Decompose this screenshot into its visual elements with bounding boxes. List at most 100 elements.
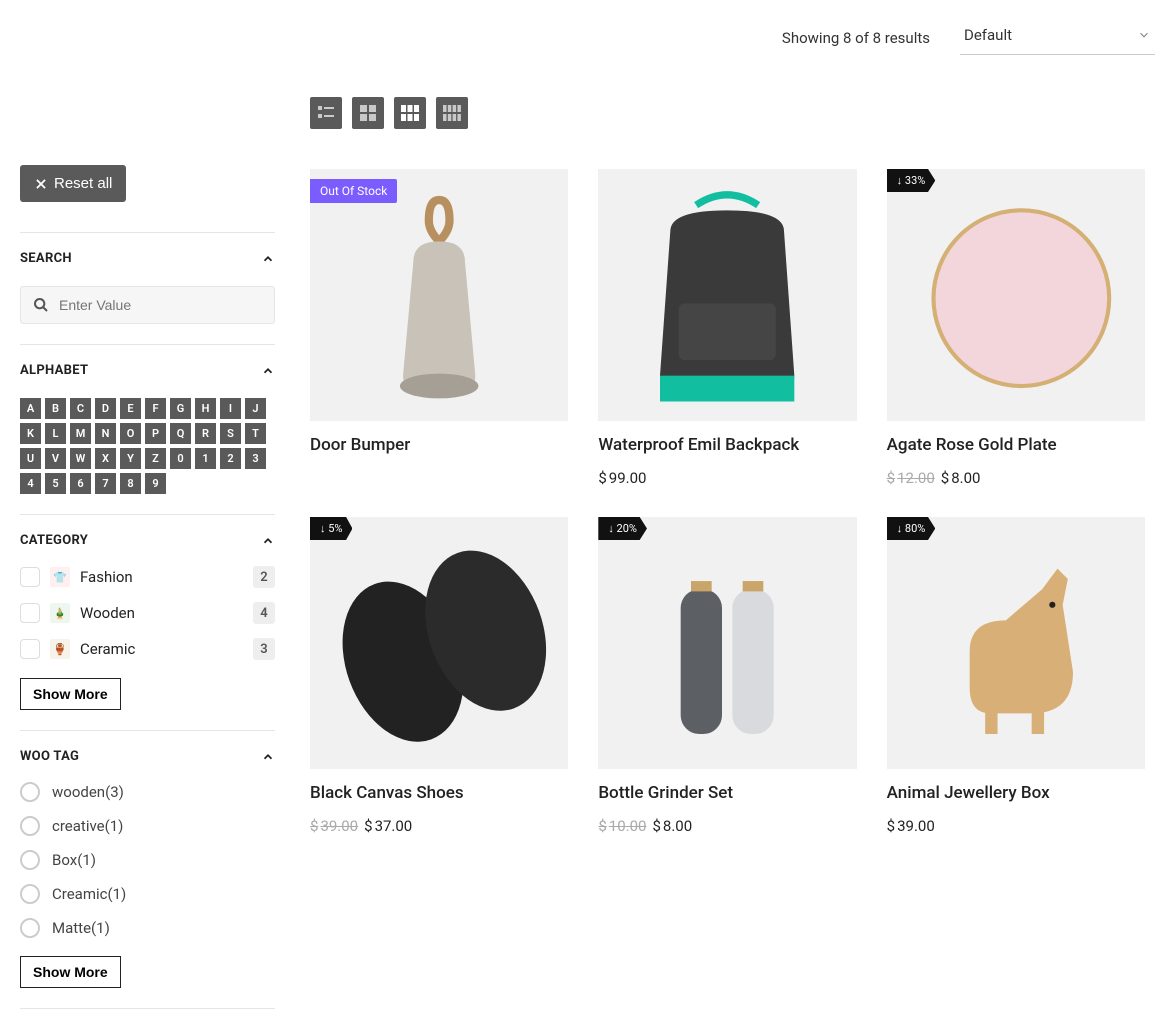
tag-item[interactable]: creative(1) <box>20 816 275 836</box>
alphabet-filter-Z[interactable]: Z <box>145 448 166 469</box>
price-current: $37.00 <box>364 817 412 835</box>
product-card[interactable]: Waterproof Emil Backpack$99.00 <box>598 169 856 487</box>
layout-grid3-button[interactable] <box>394 97 426 129</box>
alphabet-filter-X[interactable]: X <box>95 448 116 469</box>
price-old: $39.00 <box>310 817 358 835</box>
tag-label: wooden(3) <box>52 783 124 801</box>
radio[interactable] <box>20 782 40 802</box>
category-item[interactable]: 🎍Wooden4 <box>20 602 275 624</box>
product-card[interactable]: ↓ 33%Agate Rose Gold Plate$12.00$8.00 <box>887 169 1145 487</box>
alphabet-filter-W[interactable]: W <box>70 448 91 469</box>
radio[interactable] <box>20 850 40 870</box>
alphabet-filter-S[interactable]: S <box>220 423 241 444</box>
product-image[interactable]: ↓ 20% <box>598 517 856 769</box>
filter-toggle-search[interactable]: SEARCH <box>20 251 275 266</box>
alphabet-filter-2[interactable]: 2 <box>220 448 241 469</box>
filter-toggle-alphabet[interactable]: ALPHABET <box>20 363 275 378</box>
product-image[interactable]: Out Of Stock <box>310 169 568 421</box>
alphabet-filter-H[interactable]: H <box>195 398 216 419</box>
product-image[interactable]: ↓ 33% <box>887 169 1145 421</box>
price-current: $8.00 <box>652 817 692 835</box>
alphabet-filter-Y[interactable]: Y <box>120 448 141 469</box>
filter-title: CATEGORY <box>20 533 88 548</box>
product-card[interactable]: ↓ 80% Animal Jewellery Box $39.00 <box>887 517 1145 835</box>
alphabet-filter-U[interactable]: U <box>20 448 41 469</box>
product-card[interactable]: ↓ 20%Bottle Grinder Set$10.00$8.00 <box>598 517 856 835</box>
tag-item[interactable]: Box(1) <box>20 850 275 870</box>
filter-toggle-wootag[interactable]: WOO TAG <box>20 749 275 764</box>
results-count: Showing 8 of 8 results <box>782 29 930 47</box>
alphabet-filter-7[interactable]: 7 <box>95 473 116 494</box>
checkbox[interactable] <box>20 567 40 587</box>
radio[interactable] <box>20 884 40 904</box>
alphabet-filter-A[interactable]: A <box>20 398 41 419</box>
product-card[interactable]: Out Of Stock Door Bumper <box>310 169 568 487</box>
category-thumb: 👕 <box>50 567 70 587</box>
filter-title: SEARCH <box>20 251 72 266</box>
category-item[interactable]: 🏺Ceramic3 <box>20 638 275 660</box>
alphabet-filter-3[interactable]: 3 <box>245 448 266 469</box>
checkbox[interactable] <box>20 603 40 623</box>
reset-label: Reset all <box>54 175 112 192</box>
product-card[interactable]: ↓ 5%Black Canvas Shoes$39.00$37.00 <box>310 517 568 835</box>
filter-toggle-category[interactable]: CATEGORY <box>20 533 275 548</box>
alphabet-filter-4[interactable]: 4 <box>20 473 41 494</box>
alphabet-filter-M[interactable]: M <box>70 423 91 444</box>
price-old: $12.00 <box>887 469 935 487</box>
alphabet-filter-P[interactable]: P <box>145 423 166 444</box>
alphabet-filter-1[interactable]: 1 <box>195 448 216 469</box>
alphabet-filter-Q[interactable]: Q <box>170 423 191 444</box>
alphabet-filter-B[interactable]: B <box>45 398 66 419</box>
reset-all-button[interactable]: Reset all <box>20 165 126 202</box>
price-row: $39.00 <box>887 817 1145 835</box>
alphabet-filter-K[interactable]: K <box>20 423 41 444</box>
sort-dropdown[interactable]: Default <box>960 20 1155 55</box>
radio[interactable] <box>20 816 40 836</box>
alphabet-filter-F[interactable]: F <box>145 398 166 419</box>
sort-selected-label: Default <box>964 26 1012 44</box>
grid3-icon <box>401 104 419 122</box>
search-input[interactable] <box>59 297 262 313</box>
product-image[interactable]: ↓ 5% <box>310 517 568 769</box>
product-image[interactable]: ↓ 80% <box>887 517 1145 769</box>
category-label: Fashion <box>80 568 243 586</box>
show-more-tag-button[interactable]: Show More <box>20 956 121 988</box>
layout-list-button[interactable] <box>310 97 342 129</box>
alphabet-filter-O[interactable]: O <box>120 423 141 444</box>
alphabet-filter-L[interactable]: L <box>45 423 66 444</box>
alphabet-filter-R[interactable]: R <box>195 423 216 444</box>
checkbox[interactable] <box>20 639 40 659</box>
alphabet-filter-J[interactable]: J <box>245 398 266 419</box>
product-image[interactable] <box>598 169 856 421</box>
layout-grid4-button[interactable] <box>436 97 468 129</box>
radio[interactable] <box>20 918 40 938</box>
alphabet-filter-9[interactable]: 9 <box>145 473 166 494</box>
chevron-up-icon <box>261 364 275 378</box>
alphabet-filter-C[interactable]: C <box>70 398 91 419</box>
alphabet-filter-V[interactable]: V <box>45 448 66 469</box>
alphabet-filter-6[interactable]: 6 <box>70 473 91 494</box>
alphabet-filter-D[interactable]: D <box>95 398 116 419</box>
tag-item[interactable]: Matte(1) <box>20 918 275 938</box>
tag-item[interactable]: wooden(3) <box>20 782 275 802</box>
alphabet-filter-I[interactable]: I <box>220 398 241 419</box>
tag-item[interactable]: Creamic(1) <box>20 884 275 904</box>
alphabet-filter-G[interactable]: G <box>170 398 191 419</box>
alphabet-filter-E[interactable]: E <box>120 398 141 419</box>
alphabet-filter-5[interactable]: 5 <box>45 473 66 494</box>
show-more-category-button[interactable]: Show More <box>20 678 121 710</box>
layout-grid2-button[interactable] <box>352 97 384 129</box>
tag-label: Creamic(1) <box>52 885 126 903</box>
alphabet-filter-8[interactable]: 8 <box>120 473 141 494</box>
alphabet-filter-N[interactable]: N <box>95 423 116 444</box>
chevron-up-icon <box>261 750 275 764</box>
product-title: Door Bumper <box>310 435 568 455</box>
product-title: Animal Jewellery Box <box>887 783 1145 803</box>
close-icon <box>34 177 48 191</box>
alphabet-filter-0[interactable]: 0 <box>170 448 191 469</box>
price-row: $10.00$8.00 <box>598 817 856 835</box>
chevron-up-icon <box>261 252 275 266</box>
alphabet-filter-T[interactable]: T <box>245 423 266 444</box>
category-item[interactable]: 👕Fashion2 <box>20 566 275 588</box>
filter-title: WOO TAG <box>20 749 79 764</box>
